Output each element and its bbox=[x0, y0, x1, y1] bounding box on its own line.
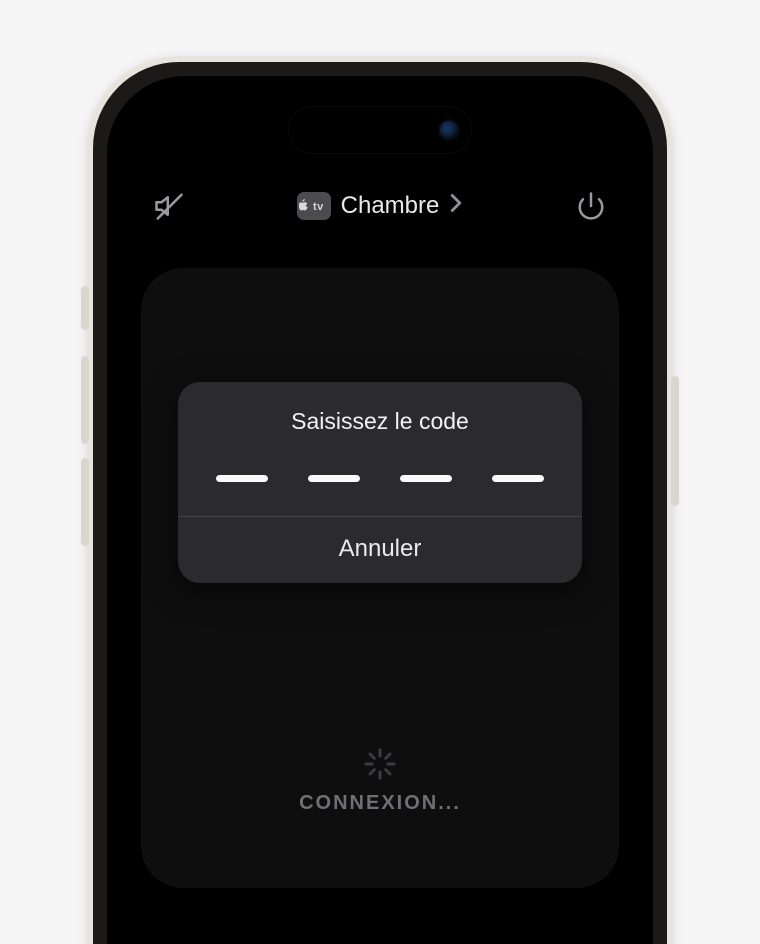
device-switcher[interactable]: tv Chambre bbox=[297, 192, 464, 220]
appletv-badge-icon: tv bbox=[297, 192, 331, 220]
phone-bezel: tv Chambre bbox=[107, 76, 653, 944]
passcode-digit-4 bbox=[492, 475, 544, 482]
passcode-dialog: Saisissez le code Annuler bbox=[178, 382, 582, 583]
phone-screen: tv Chambre bbox=[117, 86, 643, 944]
device-name: Chambre bbox=[341, 192, 440, 220]
side-button bbox=[671, 376, 679, 506]
front-camera bbox=[440, 121, 458, 139]
svg-text:tv: tv bbox=[313, 201, 324, 213]
phone-inner-bezel: tv Chambre bbox=[93, 62, 667, 944]
connection-status: CONNEXION... bbox=[141, 792, 619, 815]
loading-spinner-icon bbox=[362, 746, 398, 787]
iphone-frame: tv Chambre bbox=[87, 56, 673, 944]
dynamic-island bbox=[288, 106, 472, 154]
passcode-input[interactable] bbox=[178, 453, 582, 516]
passcode-digit-3 bbox=[400, 475, 452, 482]
volume-down-button bbox=[81, 458, 89, 546]
ringer-switch bbox=[81, 286, 89, 330]
image-canvas: tv Chambre bbox=[0, 0, 760, 944]
power-icon bbox=[576, 191, 606, 221]
passcode-dialog-title: Saisissez le code bbox=[178, 382, 582, 453]
mute-button[interactable] bbox=[147, 184, 191, 228]
power-button[interactable] bbox=[569, 184, 613, 228]
remote-top-bar: tv Chambre bbox=[117, 184, 643, 228]
passcode-digit-1 bbox=[216, 475, 268, 482]
chevron-right-icon bbox=[449, 193, 463, 219]
mute-icon bbox=[154, 191, 184, 221]
passcode-digit-2 bbox=[308, 475, 360, 482]
volume-up-button bbox=[81, 356, 89, 444]
cancel-button[interactable]: Annuler bbox=[178, 517, 582, 583]
